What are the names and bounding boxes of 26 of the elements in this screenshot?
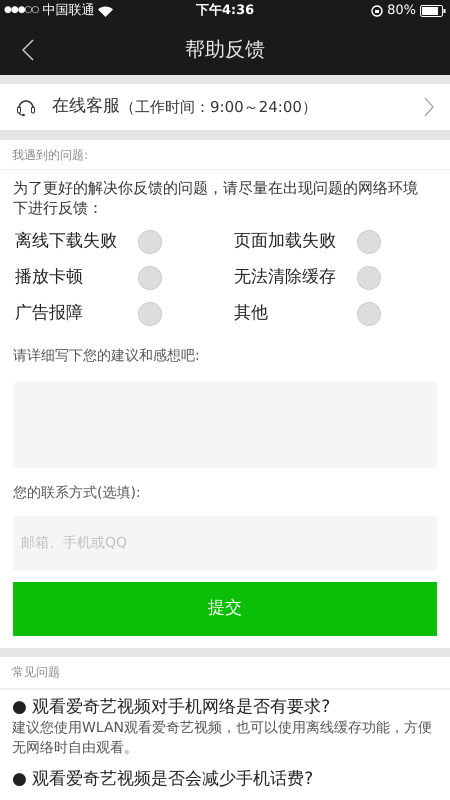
problem-option[interactable]: 离线下载失败: [15, 224, 218, 260]
chevron-right-icon: [424, 97, 434, 118]
faq-answer: 建议您使用WLAN观看爱奇艺视频，也可以使用离线缓存功能，方便无网络时自由观看。: [12, 719, 434, 758]
rotation-lock-icon: [371, 5, 384, 17]
battery-icon: [420, 5, 446, 17]
problem-option[interactable]: 页面加载失败: [234, 224, 437, 260]
problem-option[interactable]: 其他: [234, 296, 437, 332]
problem-option[interactable]: 无法清除缓存: [234, 260, 437, 296]
back-icon[interactable]: [22, 39, 34, 61]
section-heading: 我遇到的问题:: [12, 146, 88, 164]
intro-text: 为了更好的解决你反馈的问题，请尽量在出现问题的网络环境下进行反馈：: [13, 178, 419, 218]
clock-time: 下午4:36: [196, 2, 254, 20]
contact-label: 您的联系方式(选填):: [13, 484, 142, 503]
comment-label: 请详细写下您的建议和感想吧:: [13, 346, 201, 366]
signal-strength: ●●●○○: [4, 4, 38, 18]
wifi-icon: [98, 6, 114, 16]
faq-question: ● 观看爱奇艺视频是否会减少手机话费?: [12, 768, 314, 790]
problem-option[interactable]: 播放卡顿: [15, 260, 218, 296]
battery-percent: 80%: [387, 2, 416, 20]
carrier-name: 中国联通: [42, 2, 94, 20]
page-title: 帮助反馈: [185, 36, 265, 62]
service-hours: （工作时间：9:00～24:00）: [120, 96, 318, 118]
section-heading: 常见问题: [12, 664, 60, 682]
problem-option[interactable]: 广告报障: [15, 296, 218, 332]
service-label: 在线客服: [52, 95, 120, 118]
faq-question: ● 观看爱奇艺视频对手机网络是否有要求?: [12, 696, 332, 718]
